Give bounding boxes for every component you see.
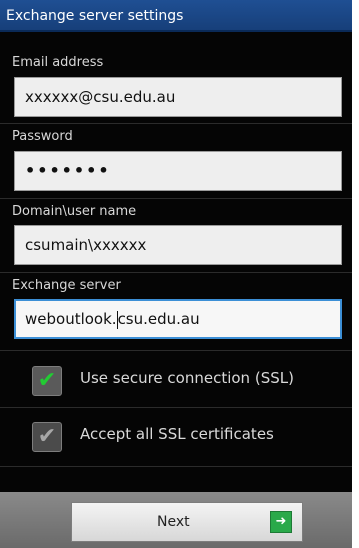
title-bar: Exchange server settings bbox=[0, 0, 352, 32]
page-title: Exchange server settings bbox=[6, 8, 184, 24]
exchange-server-value-after-caret: csu.edu.au bbox=[117, 310, 200, 328]
ssl-option-row[interactable]: ✔ Use secure connection (SSL) bbox=[0, 352, 352, 410]
exchange-server-label: Exchange server bbox=[12, 278, 121, 293]
arrow-right-icon: ➜ bbox=[270, 511, 292, 533]
checkmark-icon: ✔ bbox=[37, 368, 57, 393]
accept-all-certs-row[interactable]: ✔ Accept all SSL certificates bbox=[0, 408, 352, 466]
password-value: ••••••• bbox=[25, 161, 111, 180]
email-field[interactable]: xxxxxx@csu.edu.au bbox=[14, 77, 342, 117]
password-field[interactable]: ••••••• bbox=[14, 151, 342, 191]
email-value: xxxxxx@csu.edu.au bbox=[25, 88, 176, 106]
accept-all-certs-label: Accept all SSL certificates bbox=[80, 425, 274, 443]
ssl-label: Use secure connection (SSL) bbox=[80, 369, 294, 387]
domain-user-value: csumain\xxxxxx bbox=[25, 236, 147, 254]
exchange-server-field[interactable]: weboutlook.csu.edu.au bbox=[14, 299, 342, 339]
divider bbox=[0, 466, 352, 467]
divider bbox=[0, 198, 352, 199]
exchange-server-value-before-caret: weboutlook. bbox=[25, 310, 117, 328]
bottom-bar: Next ➜ bbox=[0, 492, 352, 548]
divider bbox=[0, 350, 352, 351]
next-button[interactable]: Next ➜ bbox=[71, 502, 303, 542]
accept-all-certs-checkbox[interactable]: ✔ bbox=[32, 422, 62, 452]
checkmark-icon: ✔ bbox=[37, 424, 57, 449]
password-label: Password bbox=[12, 129, 73, 144]
divider bbox=[0, 123, 352, 124]
divider bbox=[0, 272, 352, 273]
email-label: Email address bbox=[12, 55, 104, 70]
domain-user-label: Domain\user name bbox=[12, 204, 137, 219]
ssl-checkbox[interactable]: ✔ bbox=[32, 366, 62, 396]
next-label: Next bbox=[157, 514, 190, 530]
exchange-settings-screen: Exchange server settings Email address x… bbox=[0, 0, 352, 548]
domain-user-field[interactable]: csumain\xxxxxx bbox=[14, 225, 342, 265]
